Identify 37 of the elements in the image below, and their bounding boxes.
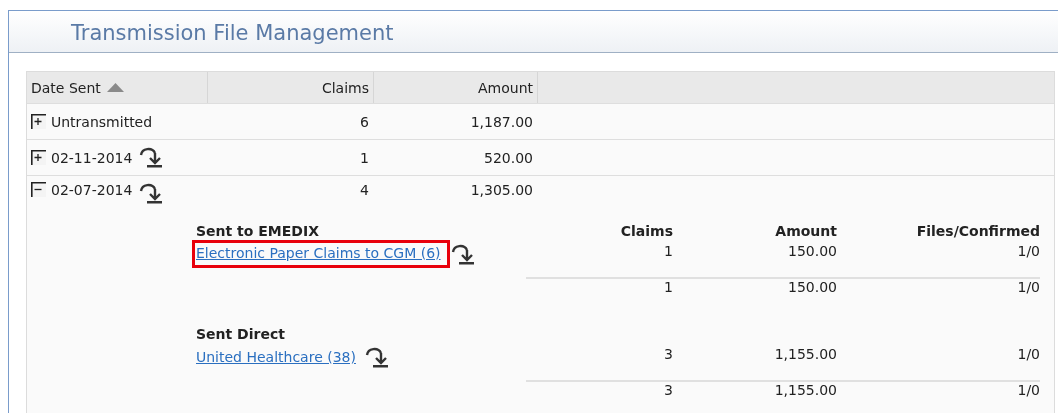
- sort-ascending-icon[interactable]: [106, 83, 124, 92]
- total-files-confirmed: 1/0: [1017, 382, 1040, 398]
- claims-cell: 6: [360, 113, 369, 130]
- column-header: Files/Confirmed: [916, 223, 1040, 239]
- files-confirmed-cell: 1/0: [1017, 346, 1040, 362]
- amount-cell: 1,187.00: [470, 113, 533, 130]
- date-cell: 02-07-2014: [51, 182, 133, 198]
- column-header[interactable]: Amount: [478, 79, 533, 96]
- claims-cell: 1: [664, 243, 673, 259]
- column-header[interactable]: Claims: [321, 79, 369, 96]
- transmission-link[interactable]: Electronic Paper Claims to CGM (6): [195, 243, 447, 265]
- total-files-confirmed: 1/0: [1017, 279, 1040, 295]
- claims-cell: 1: [360, 149, 369, 166]
- expand-icon[interactable]: [31, 114, 46, 129]
- total-claims: 1: [664, 279, 673, 295]
- column-header: Claims: [620, 223, 673, 239]
- download-icon[interactable]: [137, 182, 164, 206]
- column-header[interactable]: Date Sent: [31, 79, 101, 96]
- download-icon[interactable]: [137, 145, 164, 170]
- date-cell: Untransmitted: [51, 113, 153, 130]
- files-confirmed-cell: 1/0: [1017, 243, 1040, 259]
- amount-cell: 150.00: [788, 243, 837, 259]
- transmission-link[interactable]: United Healthcare (38): [195, 346, 361, 368]
- claims-cell: 4: [360, 182, 369, 198]
- collapse-icon[interactable]: [31, 182, 46, 197]
- amount-cell: 1,305.00: [470, 182, 533, 198]
- amount-cell: 1,155.00: [774, 346, 837, 362]
- total-claims: 3: [664, 382, 673, 398]
- group-heading: Sent Direct: [196, 326, 285, 342]
- total-amount: 150.00: [788, 279, 837, 295]
- column-header: Amount: [775, 223, 837, 239]
- expand-icon[interactable]: [31, 150, 46, 165]
- total-amount: 1,155.00: [774, 382, 837, 398]
- group-heading: Sent to EMEDIX: [196, 223, 319, 239]
- date-cell: 02-11-2014: [51, 149, 133, 166]
- amount-cell: 520.00: [484, 149, 533, 166]
- claims-cell: 3: [664, 346, 673, 362]
